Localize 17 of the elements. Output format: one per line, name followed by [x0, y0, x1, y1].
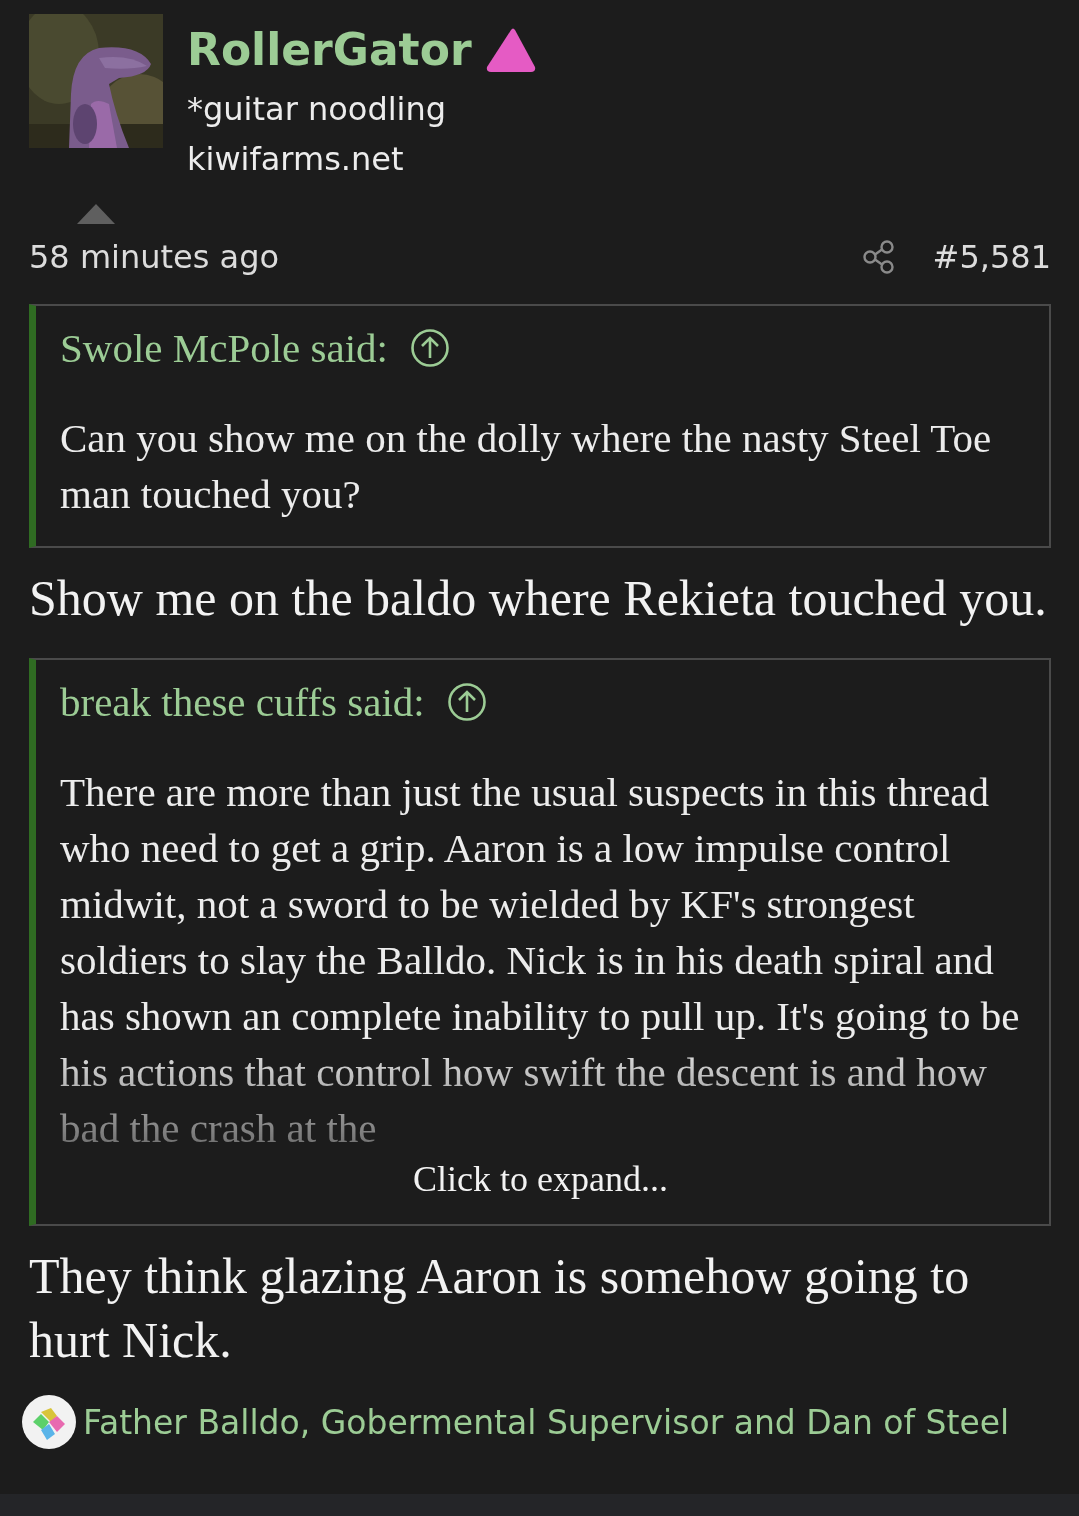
expand-link[interactable]: Click to expand... — [413, 1158, 668, 1200]
quote-author[interactable]: Swole McPole said: — [60, 324, 388, 372]
post-number[interactable]: #5,581 — [932, 238, 1051, 276]
collapse-icon[interactable] — [77, 204, 115, 224]
reaction-icon[interactable] — [21, 1394, 77, 1450]
share-icon[interactable] — [860, 239, 897, 275]
post-time[interactable]: 58 minutes ago — [29, 238, 280, 276]
post-text: They think glazing Aaron is somehow going to hurt Nick. — [29, 1247, 971, 1370]
quote-text: Can you show me on the dolly where the nasty Steel Toe man touched you? — [60, 414, 993, 519]
user-site: kiwifarms.net — [187, 139, 405, 180]
quote-author[interactable]: break these cuffs said: — [60, 678, 425, 726]
post-text: Show me on the baldo where Rekieta touched you. — [29, 569, 1048, 628]
triangle-icon — [485, 27, 536, 73]
reaction-users[interactable]: Father Balldo, Gobermental Supervisor and Dan of Steel — [83, 1402, 1010, 1442]
user-title: *guitar noodling — [187, 89, 448, 130]
quote-text: There are more than just the usual suspects in this thread who need to get a grip. Aaron is a low impulse control midwit, not a sword to be wielded by KF's strongest soldiers to slay the Balldo. Nick is in his death spiral and has shown an complete inability to pull up. It's going to be his actions that control how swift the descent is and how bad the crash at the — [60, 768, 1021, 1153]
username[interactable]: RollerGator — [187, 22, 472, 78]
